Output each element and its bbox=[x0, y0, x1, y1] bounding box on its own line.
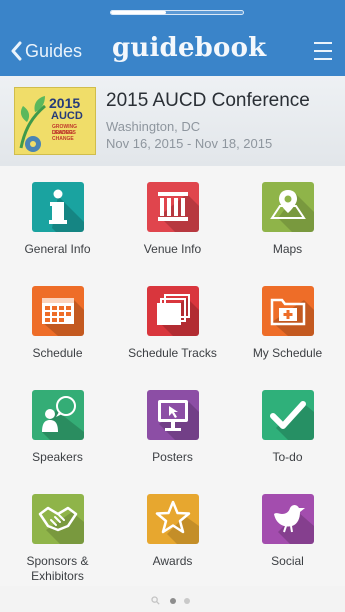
tile-label: To-do bbox=[272, 450, 303, 464]
checkmark-icon bbox=[262, 390, 314, 440]
tile-label: Schedule bbox=[32, 346, 83, 360]
tile-sponsors-exhibitors[interactable]: Sponsors & Exhibitors bbox=[0, 478, 115, 583]
page-indicator bbox=[0, 592, 345, 605]
logo-tagline-2: DRIVING CHANGE bbox=[52, 130, 74, 142]
tile-schedule[interactable]: Schedule bbox=[0, 270, 115, 374]
back-button[interactable]: Guides bbox=[10, 38, 82, 64]
search-icon[interactable] bbox=[151, 596, 160, 605]
calendar-icon bbox=[32, 286, 84, 336]
poster-board-icon bbox=[147, 390, 199, 440]
map-pin-icon bbox=[262, 182, 314, 232]
tile-social[interactable]: Social bbox=[230, 478, 345, 582]
page-dot[interactable] bbox=[170, 597, 177, 604]
event-title: 2015 AUCD Conference bbox=[106, 90, 310, 111]
tile-label: My Schedule bbox=[252, 346, 323, 360]
bird-icon bbox=[262, 494, 314, 544]
app-logo-wordmark: guidebook bbox=[112, 33, 267, 63]
tile-label: Social bbox=[271, 554, 304, 568]
loading-progress-bar bbox=[110, 10, 244, 15]
page-dot[interactable] bbox=[184, 597, 191, 604]
status-bar bbox=[0, 0, 345, 26]
info-icon bbox=[32, 182, 84, 232]
folders-icon bbox=[147, 286, 199, 336]
tile-posters[interactable]: Posters bbox=[115, 374, 230, 478]
loading-progress-fill bbox=[111, 11, 167, 14]
tile-label: General Info bbox=[24, 242, 91, 256]
event-logo: 2015 AUCD GROWING LEADERS DRIVING CHANGE bbox=[14, 87, 96, 155]
logo-org: AUCD bbox=[51, 110, 83, 122]
handshake-icon bbox=[32, 494, 84, 544]
tile-label: Schedule Tracks bbox=[128, 346, 217, 360]
tile-awards[interactable]: Awards bbox=[115, 478, 230, 582]
chevron-left-icon bbox=[11, 41, 22, 61]
event-location: Washington, DC bbox=[106, 119, 201, 134]
tile-my-schedule[interactable]: My Schedule bbox=[230, 270, 345, 374]
tile-label: Posters bbox=[152, 450, 193, 464]
event-header: 2015 AUCD GROWING LEADERS DRIVING CHANGE… bbox=[0, 76, 345, 166]
navigation-bar: Guides guidebook bbox=[0, 26, 345, 76]
event-dates: Nov 16, 2015 - Nov 18, 2015 bbox=[106, 136, 273, 151]
back-button-label: Guides bbox=[25, 40, 83, 61]
folder-plus-icon bbox=[262, 286, 314, 336]
tile-schedule-tracks[interactable]: Schedule Tracks bbox=[115, 270, 230, 374]
hamburger-menu-icon[interactable] bbox=[314, 42, 332, 60]
speaker-bubble-icon bbox=[32, 390, 84, 440]
building-columns-icon bbox=[147, 182, 199, 232]
tile-label: Sponsors & Exhibitors bbox=[26, 554, 89, 583]
tile-maps[interactable]: Maps bbox=[230, 166, 345, 270]
tile-to-do[interactable]: To-do bbox=[230, 374, 345, 478]
tile-venue-info[interactable]: Venue Info bbox=[115, 166, 230, 270]
menu-grid: General Info Venue Info Maps Schedule Sc… bbox=[0, 166, 345, 586]
tile-label: Speakers bbox=[32, 450, 83, 464]
logo-year: 2015 bbox=[49, 95, 81, 111]
tile-speakers[interactable]: Speakers bbox=[0, 374, 115, 478]
tile-general-info[interactable]: General Info bbox=[0, 166, 115, 270]
tile-label: Venue Info bbox=[143, 242, 202, 256]
tile-label: Maps bbox=[272, 242, 303, 256]
tile-label: Awards bbox=[152, 554, 193, 568]
star-icon bbox=[147, 494, 199, 544]
